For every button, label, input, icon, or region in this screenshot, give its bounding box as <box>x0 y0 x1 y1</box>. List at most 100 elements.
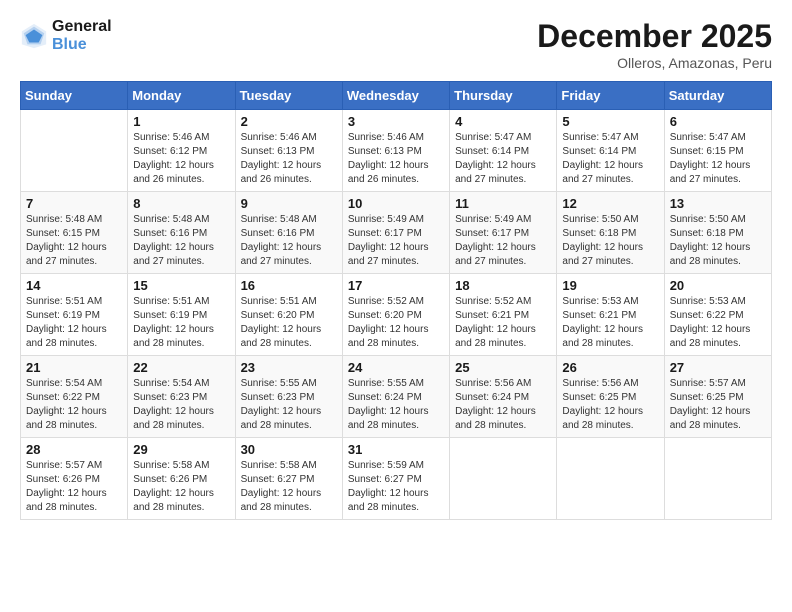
day-number: 20 <box>670 278 766 293</box>
month-title: December 2025 <box>537 18 772 55</box>
day-info: Sunrise: 5:48 AMSunset: 6:16 PMDaylight:… <box>133 213 229 269</box>
calendar-cell: 21Sunrise: 5:54 AMSunset: 6:22 PMDayligh… <box>21 356 128 438</box>
day-info: Sunrise: 5:54 AMSunset: 6:23 PMDaylight:… <box>133 377 229 433</box>
day-info: Sunrise: 5:47 AMSunset: 6:14 PMDaylight:… <box>562 131 658 187</box>
calendar-cell: 8 Sunrise: 5:48 AMSunset: 6:16 PMDaylight… <box>128 192 235 274</box>
day-number: 24 <box>348 360 444 375</box>
day-number: 10 <box>348 196 444 211</box>
day-number: 11 <box>455 196 551 211</box>
day-number: 26 <box>562 360 658 375</box>
title-block: December 2025 Olleros, Amazonas, Peru <box>537 18 772 71</box>
calendar-cell: 7 Sunrise: 5:48 AMSunset: 6:15 PMDaylight… <box>21 192 128 274</box>
day-info: Sunrise: 5:48 AMSunset: 6:16 PMDaylight:… <box>241 213 337 269</box>
day-number: 25 <box>455 360 551 375</box>
calendar-cell: 1Sunrise: 5:46 AMSunset: 6:12 PMDaylight… <box>128 110 235 192</box>
calendar-cell: 5 Sunrise: 5:47 AMSunset: 6:14 PMDaylight… <box>557 110 664 192</box>
calendar-cell: 13Sunrise: 5:50 AMSunset: 6:18 PMDayligh… <box>664 192 771 274</box>
calendar-cell: 18 Sunrise: 5:52 AMSunset: 6:21 PMDayligh… <box>450 274 557 356</box>
day-number: 15 <box>133 278 229 293</box>
day-number: 17 <box>348 278 444 293</box>
day-number: 31 <box>348 442 444 457</box>
calendar-cell: 27 Sunrise: 5:57 AMSunset: 6:25 PMDayligh… <box>664 356 771 438</box>
calendar-cell: 2 Sunrise: 5:46 AMSunset: 6:13 PMDaylight… <box>235 110 342 192</box>
day-info: Sunrise: 5:56 AMSunset: 6:25 PMDaylight:… <box>562 377 658 433</box>
calendar-cell: 15Sunrise: 5:51 AMSunset: 6:19 PMDayligh… <box>128 274 235 356</box>
day-header-friday: Friday <box>557 82 664 110</box>
day-info: Sunrise: 5:53 AMSunset: 6:21 PMDaylight:… <box>562 295 658 351</box>
day-info: Sunrise: 5:52 AMSunset: 6:21 PMDaylight:… <box>455 295 551 351</box>
day-number: 5 <box>562 114 658 129</box>
day-number: 30 <box>241 442 337 457</box>
calendar-cell: 10 Sunrise: 5:49 AMSunset: 6:17 PMDayligh… <box>342 192 449 274</box>
day-number: 9 <box>241 196 337 211</box>
day-number: 18 <box>455 278 551 293</box>
calendar-cell: 22 Sunrise: 5:54 AMSunset: 6:23 PMDayligh… <box>128 356 235 438</box>
day-info: Sunrise: 5:49 AMSunset: 6:17 PMDaylight:… <box>348 213 444 269</box>
day-number: 13 <box>670 196 766 211</box>
calendar-cell: 4 Sunrise: 5:47 AMSunset: 6:14 PMDaylight… <box>450 110 557 192</box>
location: Olleros, Amazonas, Peru <box>537 55 772 71</box>
calendar-cell: 11 Sunrise: 5:49 AMSunset: 6:17 PMDayligh… <box>450 192 557 274</box>
day-info: Sunrise: 5:57 AMSunset: 6:25 PMDaylight:… <box>670 377 766 433</box>
day-info: Sunrise: 5:51 AMSunset: 6:20 PMDaylight:… <box>241 295 337 351</box>
day-info: Sunrise: 5:46 AMSunset: 6:13 PMDaylight:… <box>241 131 337 187</box>
day-number: 27 <box>670 360 766 375</box>
calendar-cell: 26 Sunrise: 5:56 AMSunset: 6:25 PMDayligh… <box>557 356 664 438</box>
day-header-wednesday: Wednesday <box>342 82 449 110</box>
calendar-cell <box>450 438 557 520</box>
day-header-thursday: Thursday <box>450 82 557 110</box>
day-number: 14 <box>26 278 122 293</box>
calendar-cell: 19 Sunrise: 5:53 AMSunset: 6:21 PMDayligh… <box>557 274 664 356</box>
calendar-cell <box>21 110 128 192</box>
day-info: Sunrise: 5:48 AMSunset: 6:15 PMDaylight:… <box>26 213 122 269</box>
header: General Blue December 2025 Olleros, Amaz… <box>20 18 772 71</box>
day-number: 2 <box>241 114 337 129</box>
day-info: Sunrise: 5:55 AMSunset: 6:24 PMDaylight:… <box>348 377 444 433</box>
calendar-cell: 6 Sunrise: 5:47 AMSunset: 6:15 PMDaylight… <box>664 110 771 192</box>
day-info: Sunrise: 5:56 AMSunset: 6:24 PMDaylight:… <box>455 377 551 433</box>
logo-icon <box>20 22 48 50</box>
day-info: Sunrise: 5:47 AMSunset: 6:15 PMDaylight:… <box>670 131 766 187</box>
day-header-tuesday: Tuesday <box>235 82 342 110</box>
day-info: Sunrise: 5:57 AMSunset: 6:26 PMDaylight:… <box>26 459 122 515</box>
calendar-cell: 29Sunrise: 5:58 AMSunset: 6:26 PMDayligh… <box>128 438 235 520</box>
calendar-cell: 14 Sunrise: 5:51 AMSunset: 6:19 PMDayligh… <box>21 274 128 356</box>
day-number: 3 <box>348 114 444 129</box>
calendar-cell: 23 Sunrise: 5:55 AMSunset: 6:23 PMDayligh… <box>235 356 342 438</box>
calendar-header-row: SundayMondayTuesdayWednesdayThursdayFrid… <box>21 82 772 110</box>
day-number: 21 <box>26 360 122 375</box>
day-header-saturday: Saturday <box>664 82 771 110</box>
day-info: Sunrise: 5:47 AMSunset: 6:14 PMDaylight:… <box>455 131 551 187</box>
day-info: Sunrise: 5:46 AMSunset: 6:12 PMDaylight:… <box>133 131 229 187</box>
day-header-monday: Monday <box>128 82 235 110</box>
day-info: Sunrise: 5:49 AMSunset: 6:17 PMDaylight:… <box>455 213 551 269</box>
day-info: Sunrise: 5:58 AMSunset: 6:26 PMDaylight:… <box>133 459 229 515</box>
calendar: SundayMondayTuesdayWednesdayThursdayFrid… <box>20 81 772 520</box>
calendar-cell: 17 Sunrise: 5:52 AMSunset: 6:20 PMDayligh… <box>342 274 449 356</box>
day-header-sunday: Sunday <box>21 82 128 110</box>
day-info: Sunrise: 5:50 AMSunset: 6:18 PMDaylight:… <box>562 213 658 269</box>
day-number: 4 <box>455 114 551 129</box>
day-info: Sunrise: 5:52 AMSunset: 6:20 PMDaylight:… <box>348 295 444 351</box>
calendar-cell: 25 Sunrise: 5:56 AMSunset: 6:24 PMDayligh… <box>450 356 557 438</box>
calendar-cell: 30 Sunrise: 5:58 AMSunset: 6:27 PMDayligh… <box>235 438 342 520</box>
day-number: 19 <box>562 278 658 293</box>
day-number: 6 <box>670 114 766 129</box>
calendar-cell <box>664 438 771 520</box>
logo-text: General Blue <box>52 18 112 53</box>
day-number: 28 <box>26 442 122 457</box>
day-info: Sunrise: 5:51 AMSunset: 6:19 PMDaylight:… <box>26 295 122 351</box>
day-number: 23 <box>241 360 337 375</box>
day-number: 7 <box>26 196 122 211</box>
day-info: Sunrise: 5:58 AMSunset: 6:27 PMDaylight:… <box>241 459 337 515</box>
calendar-cell: 9 Sunrise: 5:48 AMSunset: 6:16 PMDaylight… <box>235 192 342 274</box>
day-number: 8 <box>133 196 229 211</box>
day-info: Sunrise: 5:55 AMSunset: 6:23 PMDaylight:… <box>241 377 337 433</box>
day-info: Sunrise: 5:46 AMSunset: 6:13 PMDaylight:… <box>348 131 444 187</box>
calendar-cell: 24 Sunrise: 5:55 AMSunset: 6:24 PMDayligh… <box>342 356 449 438</box>
day-number: 12 <box>562 196 658 211</box>
calendar-cell: 3 Sunrise: 5:46 AMSunset: 6:13 PMDaylight… <box>342 110 449 192</box>
day-number: 22 <box>133 360 229 375</box>
calendar-cell <box>557 438 664 520</box>
day-info: Sunrise: 5:59 AMSunset: 6:27 PMDaylight:… <box>348 459 444 515</box>
